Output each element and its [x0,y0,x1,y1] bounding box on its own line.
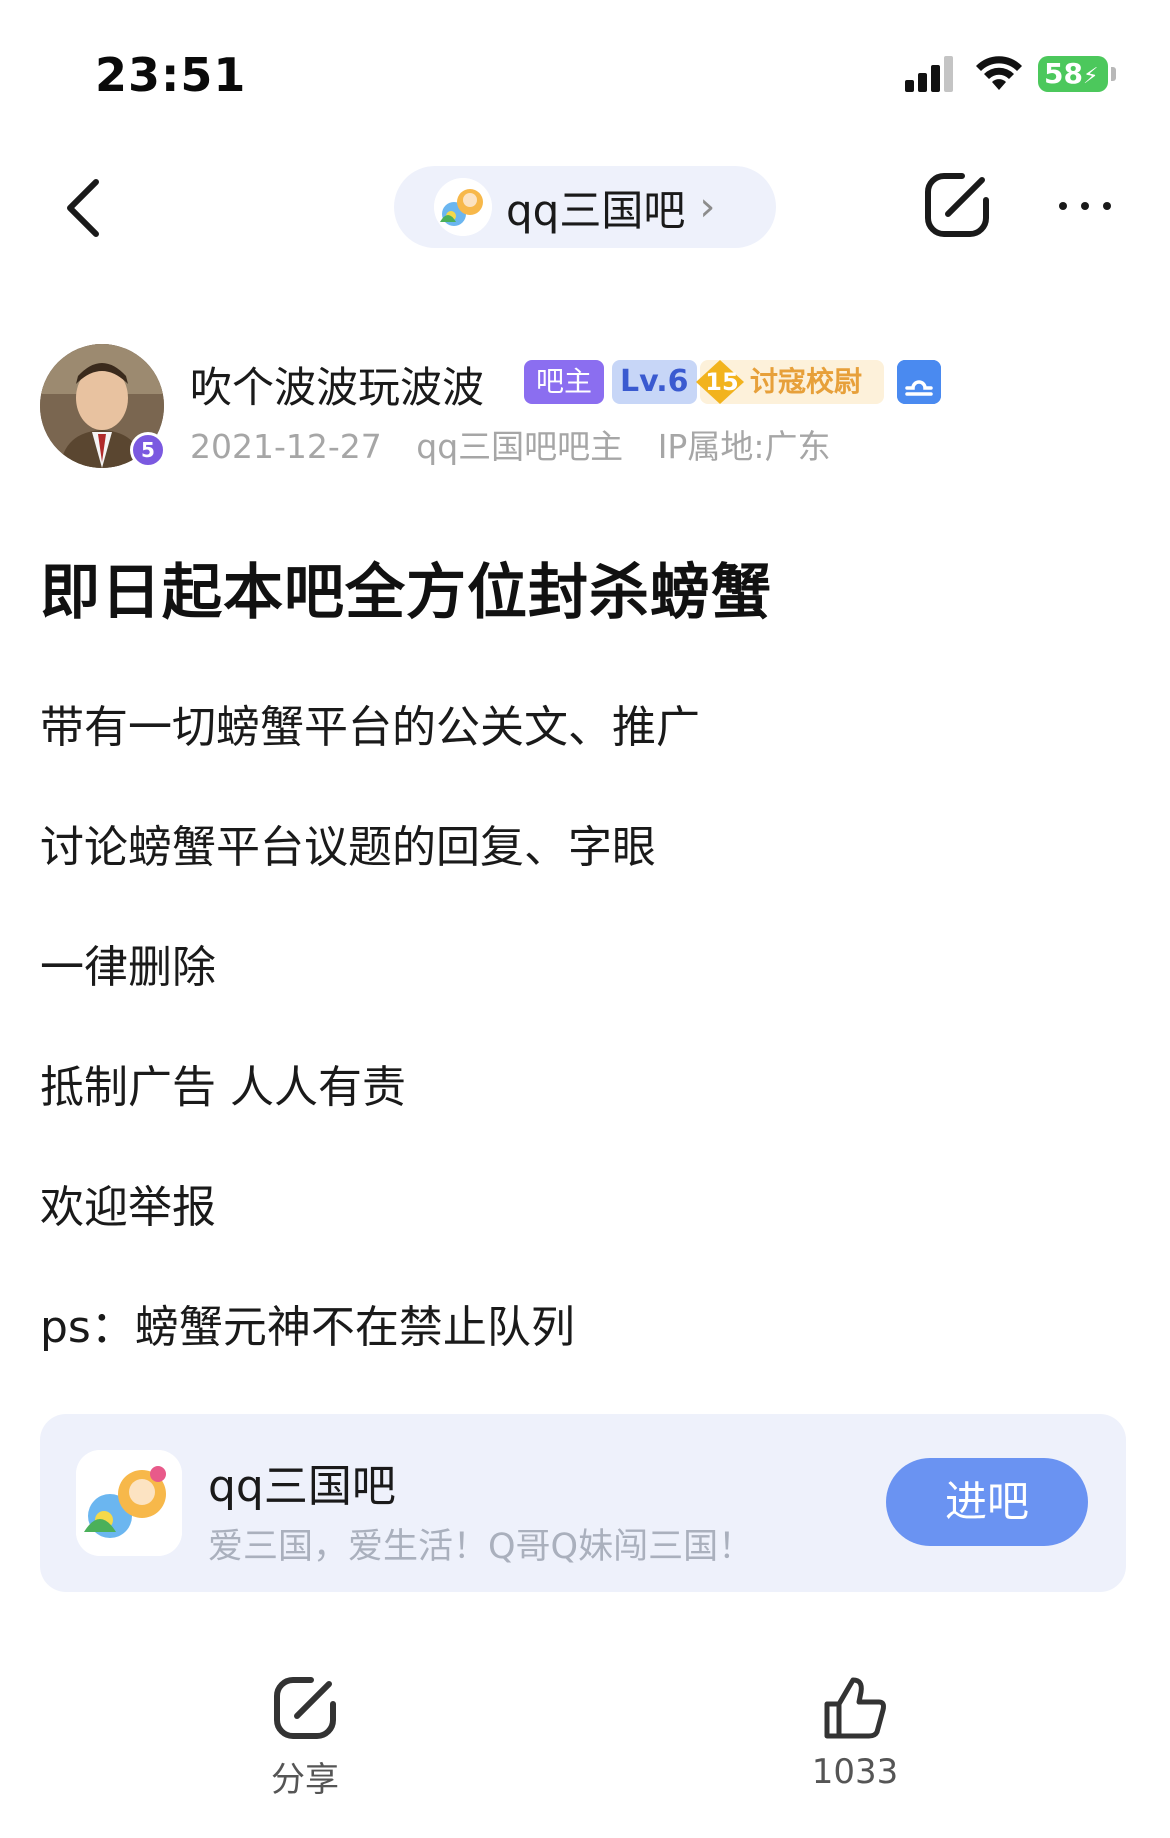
post-line: ps：螃蟹元神不在禁止队列 [40,1302,575,1353]
wifi-icon [976,56,1022,90]
more-icon[interactable] [1055,196,1115,216]
like-button[interactable]: 1033 [800,1672,910,1792]
post-detail-page: 23:51 58⚡ qq三国吧 › 5 吹个波波玩波波 吧主 Lv.6 15 讨… [0,0,1170,1838]
post-line: 带有一切螃蟹平台的公关文、推广 [40,702,700,753]
battery-level: 58 [1044,57,1083,90]
share-icon[interactable] [922,170,992,240]
level-tag: Lv.6 [612,360,697,404]
author-role: qq三国吧吧主 [416,427,624,466]
battery-charging-icon: 58⚡ [1038,56,1116,92]
enter-forum-button[interactable]: 进吧 [886,1458,1088,1546]
post-meta: 2021-12-27 qq三国吧吧主 IP属地:广东 [190,420,854,468]
bottom-share-button[interactable]: 分享 [255,1672,355,1801]
post-line: 一律删除 [40,942,216,993]
libra-icon [897,360,941,404]
status-bar: 23:51 58⚡ [0,0,1170,150]
forum-card[interactable]: qq三国吧 爱三国，爱生活！Q哥Q妹闯三国！ 进吧 [40,1414,1126,1592]
post-line: 讨论螃蟹平台议题的回复、字眼 [40,822,656,873]
signal-icon [905,56,953,92]
post-line: 抵制广告 人人有责 [40,1062,406,1113]
forum-card-name: qq三国吧 [208,1461,396,1512]
rank-number: 15 [705,368,739,396]
post-title: 即日起本吧全方位封杀螃蟹 [40,558,772,628]
share-icon [274,1677,336,1739]
forum-card-logo-icon [76,1450,182,1556]
forum-pill-label: qq三国吧 [506,185,686,235]
post-date: 2021-12-27 [190,427,382,466]
forum-logo-icon [434,178,492,236]
status-time: 23:51 [95,48,247,102]
back-icon[interactable] [60,176,106,240]
ip-location: IP属地:广东 [657,427,831,466]
forum-pill[interactable]: qq三国吧 › [394,166,776,248]
rank-tag: 15 讨寇校尉 [696,360,884,404]
thumbs-up-icon [824,1677,886,1739]
rank-title: 讨寇校尉 [750,365,863,398]
avatar-level-badge: 5 [130,432,166,468]
forum-card-slogan: 爱三国，爱生活！Q哥Q妹闯三国！ [208,1527,754,1567]
share-label: 分享 [271,1760,339,1800]
post-body: 带有一切螃蟹平台的公关文、推广 讨论螃蟹平台议题的回复、字眼 一律删除 抵制广告… [40,698,1130,1418]
post-line: 欢迎举报 [40,1182,216,1233]
like-count: 1033 [811,1752,899,1792]
chevron-right-icon: › [699,184,716,230]
owner-tag: 吧主 [524,360,605,404]
author-name[interactable]: 吹个波波玩波波 [190,354,484,415]
